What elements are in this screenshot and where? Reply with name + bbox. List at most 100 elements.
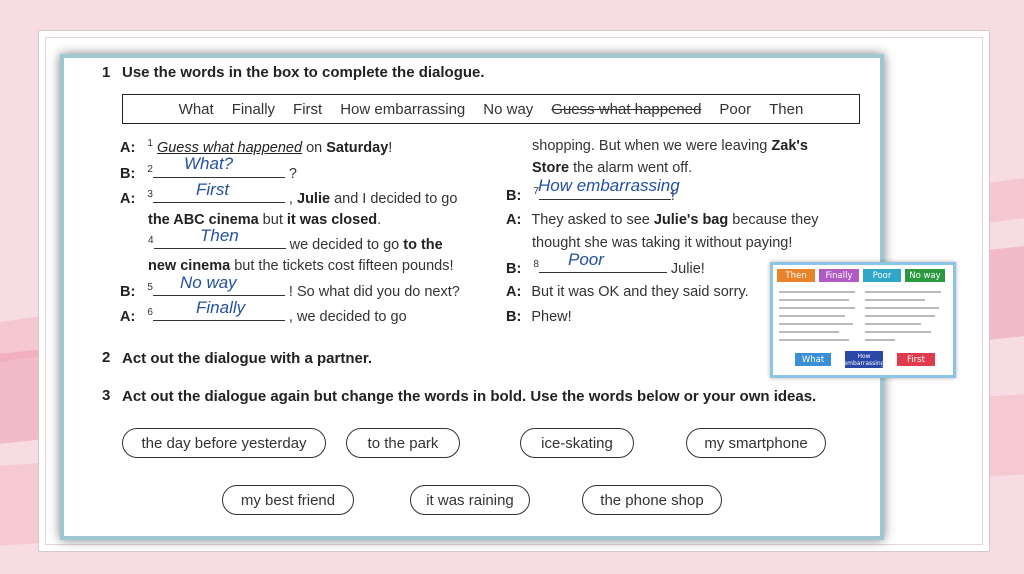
dialogue-text: , (284, 191, 297, 207)
dialogue-line-r4: A: They asked to see Julie's bag because… (506, 212, 819, 228)
dialogue-line-3: A: 3 , Julie and I decided to go (120, 189, 457, 207)
handwritten-answer: How embarrassing (538, 176, 680, 195)
bold-word: Zak's (771, 138, 808, 154)
dialogue-text: Julie! (666, 261, 705, 277)
dialogue-text: . (377, 212, 382, 228)
word-box: What Finally First How embarrassing No w… (122, 94, 860, 124)
dialogue-text: , we decided to go (284, 309, 407, 325)
handwritten-answer: Then (200, 226, 239, 245)
dialogue-text: on (302, 139, 327, 156)
speaker-label: B: (120, 284, 136, 300)
blank-number: 1 (147, 138, 153, 149)
option-pill[interactable]: to the park (346, 428, 460, 458)
dialogue-text: we decided to go (285, 237, 404, 253)
dialogue-line-r8: B: Phew! (506, 309, 572, 325)
speaker-label: B: (506, 188, 522, 204)
speaker-label: A: (120, 191, 136, 207)
bold-word: new cinema (148, 258, 231, 274)
bold-word: Julie (297, 191, 331, 207)
exercise-3-instruction: Act out the dialogue again but change th… (122, 388, 817, 405)
exercise-1-instruction: Use the words in the box to complete the… (122, 64, 485, 81)
dialogue-line-6: new cinema but the tickets cost fifteen … (148, 258, 453, 274)
thumb-text-line (865, 339, 895, 341)
thumb-text-line (865, 331, 931, 333)
worksheet-page: 1 Use the words in the box to complete t… (60, 54, 884, 540)
thumb-chip-no-way: No way (905, 269, 945, 282)
box-word-struck: Guess what happened (551, 100, 702, 118)
thumb-text-line (865, 315, 935, 317)
handwritten-answer: No way (180, 273, 237, 292)
dialogue-line-8: A: 6 , we decided to go (120, 307, 407, 325)
dialogue-text: They asked to see (531, 212, 654, 228)
dialogue-text: because they (728, 212, 819, 228)
dialogue-line-4: the ABC cinema but it was closed. (148, 212, 381, 228)
speaker-label: A: (506, 212, 522, 228)
thumb-chip-what: What (795, 353, 831, 366)
dialogue-text: the alarm went off. (569, 160, 693, 176)
speaker-label: B: (506, 309, 522, 325)
option-pill[interactable]: my best friend (222, 485, 354, 515)
handwritten-answer: First (196, 180, 230, 199)
thumb-text-line (779, 299, 849, 301)
dialogue-text: But it was OK and they said sorry. (531, 284, 749, 300)
bold-word: it was closed (286, 212, 378, 228)
exercise-2-number: 2 (102, 349, 111, 366)
thumb-text-line (779, 331, 839, 333)
exercise-3-number: 3 (102, 387, 111, 404)
thumb-chip-poor: Poor (863, 269, 901, 282)
box-word: What (178, 100, 214, 118)
thumb-text-line (865, 291, 941, 293)
dialogue-text: ! (388, 139, 393, 156)
dialogue-text: shopping. But when we were leaving (532, 138, 772, 154)
box-word: Poor (719, 100, 752, 118)
dialogue-text: ? (284, 166, 297, 182)
thumb-chip-then: Then (777, 269, 815, 282)
speaker-label: A: (120, 309, 136, 325)
option-pill[interactable]: my smartphone (686, 428, 826, 458)
option-pill[interactable]: it was raining (410, 485, 530, 515)
box-word: Finally (231, 100, 276, 118)
dialogue-text: but the tickets cost fifteen pounds! (230, 258, 454, 274)
thumb-chip-finally: Finally (819, 269, 859, 282)
dialogue-line-1: A: 1 Guess what happened on Saturday! (120, 138, 392, 156)
exercise-1-number: 1 (102, 64, 111, 81)
bold-word: to the (403, 237, 443, 253)
dialogue-text: ! So what did you do next? (284, 284, 460, 300)
handwritten-answer: What? (184, 154, 234, 173)
bold-word: Julie's bag (653, 212, 729, 228)
option-pill[interactable]: ice-skating (520, 428, 634, 458)
bold-word: Saturday (326, 139, 389, 156)
thumb-chip-first: First (897, 353, 935, 366)
speaker-label: B: (506, 261, 522, 277)
dialogue-line-7: B: 5 ! So what did you do next? (120, 282, 460, 300)
thumb-text-line (865, 323, 921, 325)
thumb-text-line (779, 291, 855, 293)
dialogue-line-r5: thought she was taking it without paying… (532, 235, 792, 251)
speaker-label: B: (120, 166, 136, 182)
box-word: How embarrassing (340, 100, 466, 118)
thumb-text-line (779, 307, 855, 309)
thumb-text-line (779, 315, 845, 317)
dialogue-line-r6: B: 8 Julie! (506, 259, 705, 277)
dialogue-line-r1: shopping. But when we were leaving Zak's (532, 138, 808, 154)
option-pill[interactable]: the phone shop (582, 485, 722, 515)
dialogue-text: thought she was taking it without paying… (532, 235, 793, 251)
answer-preview-thumbnail[interactable]: Then Finally Poor No way What How embarr… (770, 262, 956, 378)
handwritten-answer: Finally (196, 298, 246, 317)
thumb-text-line (865, 299, 925, 301)
dialogue-text: Phew! (531, 309, 572, 325)
speaker-label: A: (506, 284, 522, 300)
box-word: No way (483, 100, 534, 118)
bold-word: Store (532, 160, 570, 176)
dialogue-text: and I decided to go (330, 191, 458, 207)
handwritten-answer: Poor (568, 250, 604, 269)
dialogue-text: but (258, 212, 287, 228)
exercise-2-instruction: Act out the dialogue with a partner. (122, 350, 373, 367)
dialogue-line-r2: Store the alarm went off. (532, 160, 692, 176)
box-word: First (293, 100, 323, 118)
thumb-text-line (779, 323, 853, 325)
thumb-text-line (779, 339, 849, 341)
option-pill[interactable]: the day before yesterday (122, 428, 326, 458)
box-word: Then (769, 100, 804, 118)
dialogue-line-5: 4 we decided to go to the (148, 235, 443, 253)
